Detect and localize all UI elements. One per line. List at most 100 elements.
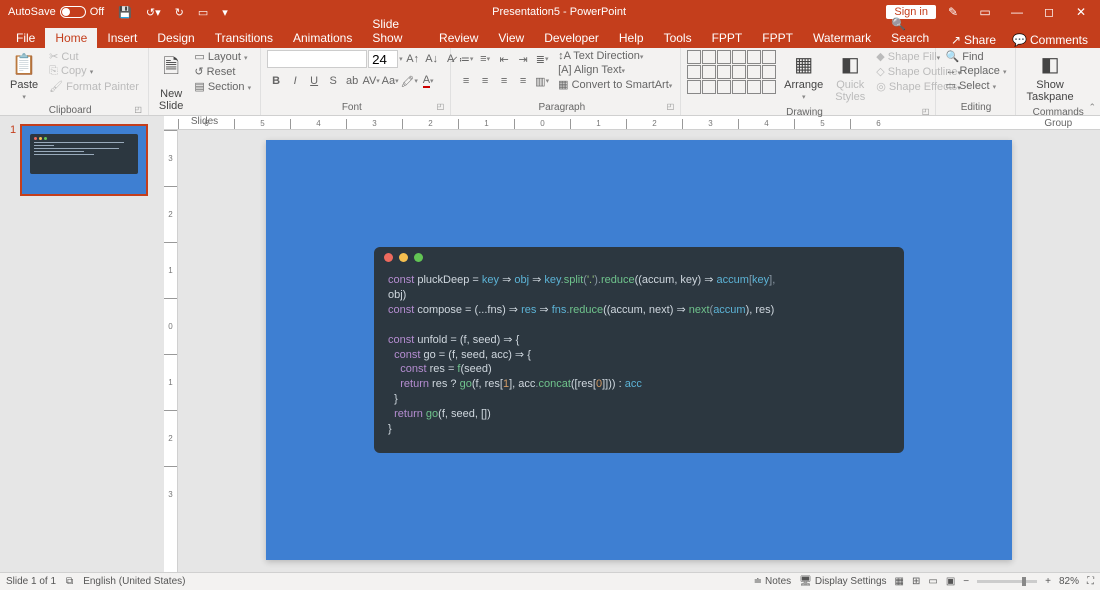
numbering-button[interactable]: ≡▾ [476,50,494,68]
fit-to-window-button[interactable]: ⛶ [1087,576,1094,587]
editing-group-label: Editing [942,100,1009,113]
clipboard-group-label: Clipboard [49,105,92,116]
new-slide-icon: 🗎 [163,52,179,86]
bullets-button[interactable]: ≔▾ [457,50,475,68]
minimize-button[interactable]: — [1002,5,1032,19]
undo-icon[interactable]: ↺▾ [142,6,165,19]
tab-insert[interactable]: Insert [97,28,147,48]
reset-button[interactable]: ↺ Reset [191,65,254,78]
quick-styles-button[interactable]: ◧Quick Styles [831,50,869,105]
start-slideshow-icon[interactable]: ▭ [194,6,212,19]
tab-help[interactable]: Help [609,28,654,48]
bold-button[interactable]: B [267,72,285,90]
ribbon-options-icon[interactable]: ▭ [970,5,1000,19]
clipboard-launcher-icon[interactable]: ◰ [134,105,142,114]
slide-counter[interactable]: Slide 1 of 1 [6,576,56,587]
qat-more-icon[interactable]: ▾ [218,6,232,19]
language-status[interactable]: English (United States) [83,576,185,587]
tab-animations[interactable]: Animations [283,28,362,48]
section-button[interactable]: ▤ Section ▾ [191,80,254,93]
strike-button[interactable]: S [324,72,342,90]
font-family-input[interactable] [267,50,367,68]
layout-button[interactable]: ▭ Layout ▾ [191,50,254,63]
thumbnail-number: 1 [10,124,16,196]
find-button[interactable]: 🔍 Find [942,50,1009,63]
slide-1[interactable]: const pluckDeep = key ⇒ obj ⇒ key.split(… [266,140,1012,560]
tab-design[interactable]: Design [147,28,204,48]
close-button[interactable]: ✕ [1066,5,1096,19]
autosave-toggle[interactable]: AutoSave Off [4,6,108,18]
increase-indent-button[interactable]: ⇥ [514,50,532,68]
redo-icon[interactable]: ↻ [171,6,188,19]
collapse-ribbon-button[interactable]: ⌃ [1088,102,1096,113]
decrease-indent-button[interactable]: ⇤ [495,50,513,68]
paragraph-launcher-icon[interactable]: ◰ [667,102,675,111]
change-case-button[interactable]: Aa▾ [381,72,399,90]
zoom-level[interactable]: 82% [1059,576,1079,587]
zoom-in-button[interactable]: + [1045,576,1051,587]
spell-check-icon[interactable]: ⧉ [66,576,73,587]
zoom-out-button[interactable]: − [963,576,969,587]
tab-fppt-2[interactable]: FPPT [752,28,803,48]
tab-developer[interactable]: Developer [534,28,609,48]
text-direction-button[interactable]: ↕A Text Direction▾ [555,50,675,62]
maximize-button[interactable]: ◻ [1034,5,1064,19]
reading-view-button[interactable]: ▭ [928,576,937,587]
font-color-button[interactable]: A▾ [419,72,437,90]
grow-font-button[interactable]: A↑ [404,50,422,68]
slide-thumbnail-1[interactable] [20,124,148,196]
italic-button[interactable]: I [286,72,304,90]
tab-fppt-1[interactable]: FPPT [702,28,753,48]
format-painter-button[interactable]: 🖌 Format Painter [46,80,142,93]
char-spacing-button[interactable]: AV▾ [362,72,380,90]
underline-button[interactable]: U [305,72,323,90]
highlight-button[interactable]: 🖍▾ [400,72,418,90]
tab-watermark[interactable]: Watermark [803,28,881,48]
sorter-view-button[interactable]: ⊞ [912,576,920,587]
select-button[interactable]: ▭ Select ▾ [942,79,1009,92]
align-text-button[interactable]: [A] Align Text▾ [555,64,675,76]
display-settings-button[interactable]: 🖥 Display Settings [799,576,886,587]
arrange-button[interactable]: ▦Arrange▾ [780,50,827,103]
replace-button[interactable]: ↔ Replace ▾ [942,65,1009,77]
autosave-state: Off [90,6,104,18]
normal-view-button[interactable]: ▦ [895,576,904,587]
font-launcher-icon[interactable]: ◰ [437,102,445,111]
tab-slideshow[interactable]: Slide Show [362,14,429,48]
tell-me-search[interactable]: 🔍 Search [881,14,945,48]
tab-review[interactable]: Review [429,28,488,48]
tab-transitions[interactable]: Transitions [205,28,283,48]
line-spacing-button[interactable]: ≣▾ [533,50,551,68]
shrink-font-button[interactable]: A↓ [423,50,441,68]
share-button[interactable]: ↗ Share [945,32,1002,48]
slide-canvas-area[interactable]: const pluckDeep = key ⇒ obj ⇒ key.split(… [178,130,1100,572]
align-left-button[interactable]: ≡ [457,72,475,90]
tab-view[interactable]: View [488,28,534,48]
convert-smartart-button[interactable]: ▦ Convert to SmartArt▾ [555,78,675,91]
slideshow-view-button[interactable]: ▣ [946,576,955,587]
font-size-input[interactable] [368,50,398,68]
tab-home[interactable]: Home [45,28,97,48]
shapes-gallery[interactable] [687,50,776,94]
tab-tools[interactable]: Tools [654,28,702,48]
cut-button[interactable]: ✂ Cut [46,50,142,63]
save-icon[interactable]: 💾 [114,6,136,19]
new-slide-button[interactable]: 🗎New Slide [155,50,187,114]
copy-button[interactable]: ⎘ Copy ▾ [46,65,142,78]
group-paragraph: ≔▾ ≡▾ ⇤ ⇥ ≣▾ ≡ ≡ ≡ ≡ ▥▾ ↕A Text Directio… [451,48,681,115]
status-bar: Slide 1 of 1 ⧉ English (United States) ≐… [0,572,1100,590]
tab-file[interactable]: File [6,28,45,48]
zoom-slider[interactable] [977,580,1037,583]
comments-button[interactable]: 💬 Comments [1006,32,1094,48]
show-taskpane-button[interactable]: ◧Show Taskpane [1022,50,1077,105]
justify-button[interactable]: ≡ [514,72,532,90]
align-center-button[interactable]: ≡ [476,72,494,90]
code-snippet-box[interactable]: const pluckDeep = key ⇒ obj ⇒ key.split(… [374,247,904,452]
shadow-button[interactable]: ab [343,72,361,90]
notes-button[interactable]: ≐ Notes [754,576,792,587]
columns-button[interactable]: ▥▾ [533,72,551,90]
align-right-button[interactable]: ≡ [495,72,513,90]
paste-button[interactable]: 📋Paste▾ [6,50,42,103]
paste-label: Paste [10,79,38,91]
drawing-launcher-icon[interactable]: ◰ [922,107,930,116]
